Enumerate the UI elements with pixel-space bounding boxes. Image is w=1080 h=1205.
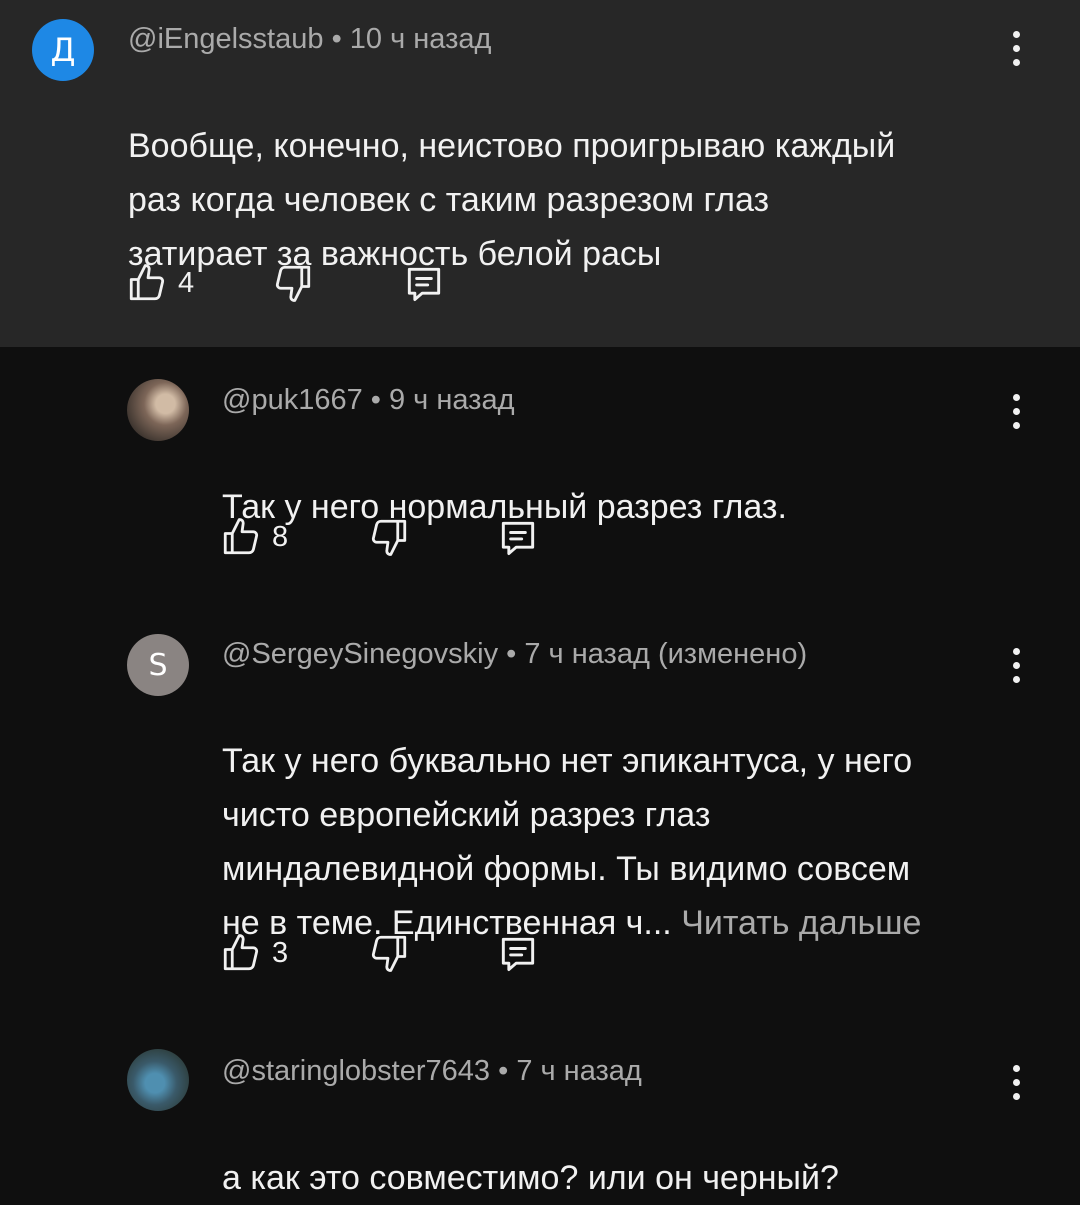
dislike-button[interactable] xyxy=(368,516,410,558)
comment-meta: @staringlobster7643 • 7 ч назад xyxy=(222,1055,642,1088)
comment-2: @puk1667 • 9 ч назад Так у него нормальн… xyxy=(0,347,1080,607)
thumb-down-icon xyxy=(272,262,314,304)
reply-comment-icon xyxy=(496,516,540,560)
reply-comment-icon xyxy=(402,262,446,306)
reply-button[interactable] xyxy=(496,516,540,560)
comment-1: Д @iEngelsstaub • 10 ч назад Вообще, кон… xyxy=(0,0,1080,347)
comment-meta: @puk1667 • 9 ч назад xyxy=(222,384,515,417)
comment-meta: @SergeySinegovskiy • 7 ч назад (изменено… xyxy=(222,638,807,671)
comment-text: Вообще, конечно, неистово проигрываю каж… xyxy=(128,65,1028,281)
dislike-button[interactable] xyxy=(368,932,410,974)
reply-button[interactable] xyxy=(402,262,446,306)
separator: • xyxy=(506,638,517,670)
reply-comment-icon xyxy=(496,932,540,976)
comment-actions: 8 xyxy=(220,516,560,564)
comment-4: @staringlobster7643 • 7 ч назад а как эт… xyxy=(0,1025,1080,1197)
comment-body: Вообще, конечно, неистово проигрываю каж… xyxy=(128,127,896,273)
author-name[interactable]: @SergeySinegovskiy xyxy=(222,638,498,670)
separator: • xyxy=(331,23,342,55)
avatar[interactable]: Д xyxy=(32,19,94,81)
comment-time: 9 ч назад xyxy=(389,384,515,416)
like-count: 4 xyxy=(178,266,195,299)
avatar[interactable] xyxy=(127,379,189,441)
avatar-letter: S xyxy=(148,647,168,683)
edited-label: (изменено) xyxy=(657,638,808,670)
thumb-up-icon xyxy=(220,932,262,974)
more-vert-icon[interactable] xyxy=(1001,1063,1031,1103)
comment-time: 7 ч назад xyxy=(524,638,650,670)
separator: • xyxy=(498,1055,509,1087)
comment-3: S @SergeySinegovskiy • 7 ч назад (измене… xyxy=(0,607,1080,1025)
comment-actions: 4 xyxy=(126,262,466,310)
author-name[interactable]: @puk1667 xyxy=(222,384,363,416)
author-name[interactable]: @iEngelsstaub xyxy=(128,23,324,55)
separator: • xyxy=(370,384,381,416)
reply-button[interactable] xyxy=(496,932,540,976)
comment-time: 10 ч назад xyxy=(349,23,492,55)
comment-meta: @iEngelsstaub • 10 ч назад xyxy=(128,23,491,56)
thumb-down-icon xyxy=(368,932,410,974)
avatar[interactable]: S xyxy=(127,634,189,696)
read-more-link[interactable]: Читать дальше xyxy=(681,904,921,942)
more-vert-icon[interactable] xyxy=(1001,392,1031,432)
like-count: 3 xyxy=(272,936,289,969)
comment-text: Так у него буквально нет эпикантуса, у н… xyxy=(222,680,1022,950)
thumb-up-icon xyxy=(126,262,168,304)
comment-text: а как это совместимо? или он черный? xyxy=(222,1097,1022,1205)
avatar[interactable] xyxy=(127,1049,189,1111)
thumb-down-icon xyxy=(368,516,410,558)
like-button[interactable]: 3 xyxy=(220,932,288,974)
dislike-button[interactable] xyxy=(272,262,314,304)
more-vert-icon[interactable] xyxy=(1001,646,1031,686)
comment-actions: 3 xyxy=(220,932,560,980)
author-name[interactable]: @staringlobster7643 xyxy=(222,1055,490,1087)
avatar-letter: Д xyxy=(50,31,76,69)
like-button[interactable]: 4 xyxy=(126,262,194,304)
thumb-up-icon xyxy=(220,516,262,558)
comment-time: 7 ч назад xyxy=(516,1055,642,1087)
more-vert-icon[interactable] xyxy=(1001,29,1031,69)
like-count: 8 xyxy=(272,520,289,553)
like-button[interactable]: 8 xyxy=(220,516,288,558)
